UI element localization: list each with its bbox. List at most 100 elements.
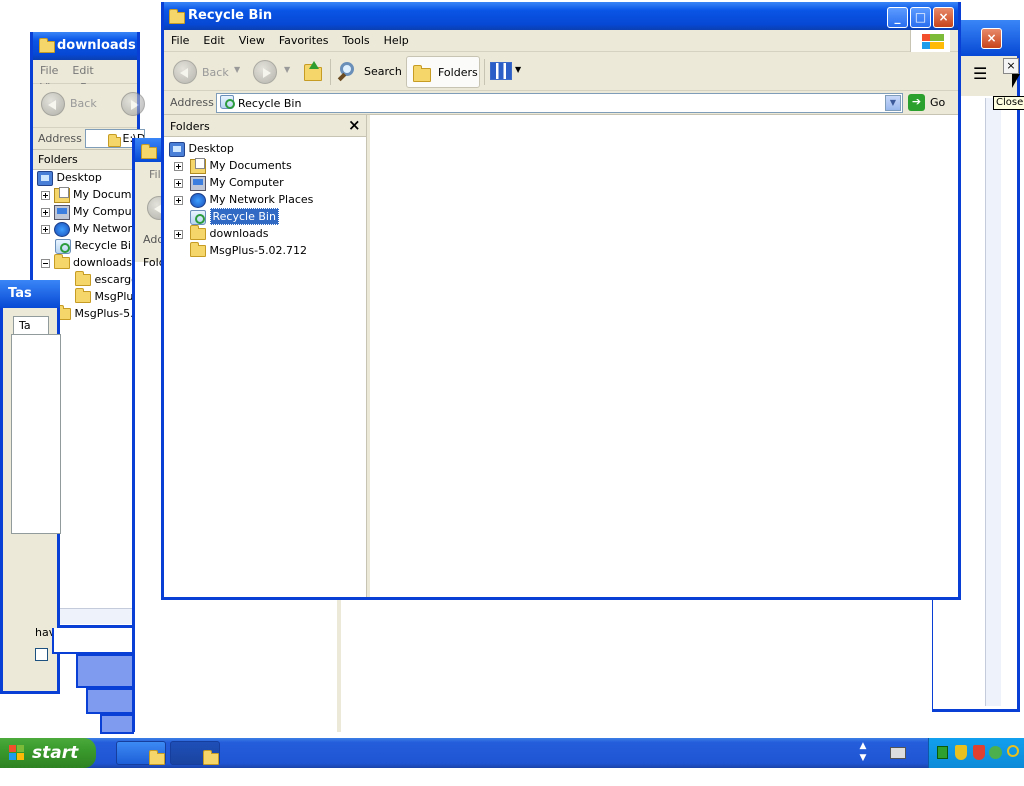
search-tray-icon[interactable] <box>1007 745 1019 757</box>
security-tray-icon[interactable] <box>973 745 985 760</box>
expand-icon[interactable] <box>174 195 183 205</box>
maximize-button[interactable]: □ <box>910 7 931 28</box>
address-value: Recycle Bin <box>238 97 302 110</box>
task-checkbox[interactable] <box>35 648 48 661</box>
close-pane-button[interactable]: × <box>348 116 361 134</box>
expand-icon[interactable] <box>174 229 183 239</box>
taskbar-button-1[interactable]: M <box>116 741 166 781</box>
scrollbar-vertical[interactable] <box>985 98 1001 706</box>
expand-icon[interactable] <box>174 178 183 188</box>
tree-item-recycle-bin[interactable]: Recycle Bin <box>55 237 138 254</box>
forward-button[interactable] <box>253 60 277 84</box>
menu-help[interactable]: Help <box>377 30 416 47</box>
keyboard-icon[interactable] <box>890 747 906 759</box>
taskbar-scroll[interactable]: ▲ ▼ <box>856 740 870 766</box>
content-area[interactable] <box>370 115 958 597</box>
minimize-button[interactable]: _ <box>887 7 908 28</box>
menu-edit[interactable]: Edit <box>65 60 100 77</box>
address-dropdown-button[interactable]: ▼ <box>885 95 901 111</box>
back-button[interactable] <box>41 92 65 116</box>
close-tooltip: Close <box>993 96 1024 110</box>
tree-label-selected: Recycle Bin <box>209 208 279 225</box>
forward-button[interactable] <box>121 92 145 116</box>
menu-favorites[interactable]: Favorites <box>272 30 336 47</box>
expand-icon[interactable] <box>174 161 183 171</box>
folders-pane-header: Folders × <box>164 115 366 137</box>
tree-item-desktop[interactable]: Desktop <box>169 140 234 157</box>
task-tab[interactable]: Ta <box>13 316 49 334</box>
tree-label: MsgPlus-5.02.712 <box>209 244 308 257</box>
windows-logo-icon <box>910 30 950 52</box>
menu-view[interactable]: View <box>232 30 272 47</box>
tree-label: Recycle Bin <box>74 239 138 252</box>
menu-icon[interactable]: ☰ <box>973 64 987 83</box>
start-button[interactable]: start <box>0 738 96 768</box>
tree-item-downloads[interactable]: downloads <box>174 225 268 242</box>
close-small-button[interactable]: × <box>1003 58 1019 74</box>
folder-icon <box>108 134 121 147</box>
tree-item-escargo[interactable]: escargo <box>75 271 138 288</box>
expand-icon[interactable] <box>41 224 50 234</box>
mouse-cursor <box>1012 74 1020 88</box>
tree-item-my-computer[interactable]: My Computer <box>174 174 284 191</box>
window-title: Recycle Bin <box>188 8 273 23</box>
menu-file[interactable]: File <box>33 60 65 77</box>
go-button[interactable]: ➔ Go <box>906 93 950 113</box>
folders-label: Folders <box>438 66 478 79</box>
tree-item-desktop[interactable]: Desktop <box>37 169 102 186</box>
tree-item-msgplus-root[interactable]: MsgPlus-5.0 <box>55 305 141 322</box>
folder-icon <box>141 143 157 159</box>
tree-item-my-documents[interactable]: My Documents <box>174 157 292 174</box>
back-label: Back <box>202 66 229 79</box>
folders-pane-title: Folders <box>170 120 210 133</box>
menu-tools[interactable]: Tools <box>336 30 377 47</box>
tree-item-msgplus[interactable]: MsgPlus-5.02.712 <box>190 242 307 259</box>
collapse-icon[interactable] <box>41 258 50 268</box>
tree-item-recycle-bin[interactable]: Recycle Bin <box>190 208 279 225</box>
views-button[interactable]: ▼ <box>490 61 524 83</box>
tree-item-my-computer[interactable]: My Compute <box>41 203 143 220</box>
expand-icon[interactable] <box>41 207 50 217</box>
desktop-icon <box>37 170 53 186</box>
tree-item-msgplus[interactable]: MsgPlus <box>75 288 139 305</box>
menu-file[interactable]: File <box>164 30 196 47</box>
my-documents-icon <box>190 157 206 174</box>
views-icon <box>490 62 512 80</box>
recycle-bin-icon <box>220 95 235 109</box>
folders-button[interactable]: Folders <box>406 56 480 88</box>
downloads-title: downloads <box>57 38 136 53</box>
tree-label: downloads <box>73 256 132 269</box>
back-dropdown-icon[interactable]: ▼ <box>234 65 240 74</box>
update-tray-icon[interactable] <box>989 746 1002 759</box>
window-edge <box>52 628 134 654</box>
task-dialog-title: Tas <box>0 280 60 308</box>
back-button[interactable] <box>173 60 197 84</box>
taskbar-button-label: M <box>143 768 153 781</box>
address-input[interactable]: Recycle Bin ▼ <box>216 93 903 113</box>
menu-edit[interactable]: Edit <box>196 30 231 47</box>
tree-item-my-network[interactable]: My Network <box>41 220 138 237</box>
taskbar-button-label: R <box>197 768 205 781</box>
shield-tray-icon[interactable] <box>955 745 967 760</box>
recycle-bin-icon <box>190 209 206 225</box>
tree-item-downloads[interactable]: downloads <box>41 254 132 271</box>
expand-icon[interactable] <box>41 190 50 200</box>
folder-icon <box>169 9 185 24</box>
window-edge <box>86 688 134 714</box>
close-button[interactable]: × <box>933 7 954 28</box>
menu-bar: File Edit View Favorites Tools Help <box>164 30 958 52</box>
window-edge <box>76 654 134 688</box>
taskbar-button-2[interactable]: R <box>170 741 220 781</box>
up-folder-button[interactable] <box>302 60 324 82</box>
folder-icon <box>203 750 219 765</box>
forward-dropdown-icon[interactable]: ▼ <box>284 65 290 74</box>
title-bar[interactable]: Recycle Bin <box>164 2 958 30</box>
network-icon <box>190 192 206 208</box>
network-tray-icon[interactable] <box>937 746 948 759</box>
tree-item-my-documents[interactable]: My Documen <box>41 186 145 203</box>
views-dropdown-icon: ▼ <box>515 65 522 74</box>
tree-item-my-network-places[interactable]: My Network Places <box>174 191 313 208</box>
search-button[interactable]: Search <box>336 59 402 85</box>
close-button-bg[interactable]: × <box>981 28 1002 49</box>
folders-pane: Folders × Desktop My Documents My Comput… <box>164 115 367 597</box>
